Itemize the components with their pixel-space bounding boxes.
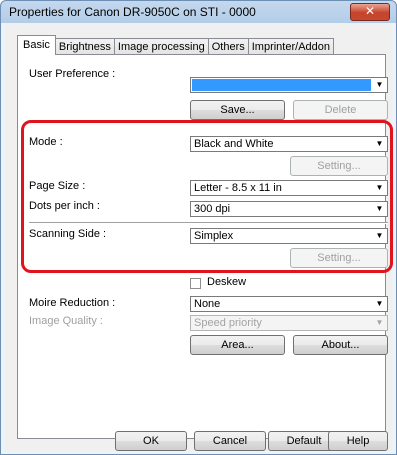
about-button[interactable]: About... xyxy=(293,335,388,355)
tab-others[interactable]: Others xyxy=(207,38,249,55)
user-preference-value xyxy=(192,79,371,91)
area-button[interactable]: Area... xyxy=(190,335,285,355)
delete-preference-button[interactable]: Delete xyxy=(293,100,388,120)
chevron-down-icon: ▼ xyxy=(375,299,384,308)
chevron-down-icon: ▼ xyxy=(375,318,384,327)
window-title: Properties for Canon DR-9050C on STI - 0… xyxy=(9,5,256,19)
ok-button[interactable]: OK xyxy=(115,431,187,451)
deskew-checkbox[interactable] xyxy=(190,278,201,289)
moire-reduction-select[interactable]: None ▼ xyxy=(190,296,388,312)
save-preference-button[interactable]: Save... xyxy=(190,100,285,120)
image-quality-label: Image Quality : xyxy=(29,315,103,327)
highlight-box xyxy=(21,120,393,273)
help-button[interactable]: Help xyxy=(328,431,388,451)
user-preference-select[interactable]: ▼ xyxy=(190,77,388,93)
basic-tab-panel: User Preference : ▼ Save... Delete Mode … xyxy=(17,54,393,439)
dialog-client-area: Basic Brightness Image processing Others… xyxy=(5,23,393,451)
tab-imprinter-addon[interactable]: Imprinter/Addon xyxy=(247,38,334,55)
properties-dialog: Properties for Canon DR-9050C on STI - 0… xyxy=(0,0,397,455)
close-icon: ✕ xyxy=(364,4,376,18)
deskew-label[interactable]: Deskew xyxy=(207,276,246,288)
title-bar[interactable]: Properties for Canon DR-9050C on STI - 0… xyxy=(1,1,396,23)
chevron-down-icon: ▼ xyxy=(375,80,384,89)
user-preference-label: User Preference : xyxy=(29,68,116,80)
close-button[interactable]: ✕ xyxy=(350,3,390,21)
moire-reduction-label: Moire Reduction : xyxy=(29,297,116,309)
tab-strip: Basic Brightness Image processing Others… xyxy=(17,35,334,55)
tab-brightness[interactable]: Brightness xyxy=(54,38,115,55)
image-quality-select[interactable]: Speed priority ▼ xyxy=(190,315,388,331)
moire-reduction-value: None xyxy=(194,298,221,310)
tab-image-processing[interactable]: Image processing xyxy=(113,38,209,55)
cancel-button[interactable]: Cancel xyxy=(194,431,266,451)
tab-basic[interactable]: Basic xyxy=(17,35,56,55)
image-quality-value: Speed priority xyxy=(194,317,262,329)
